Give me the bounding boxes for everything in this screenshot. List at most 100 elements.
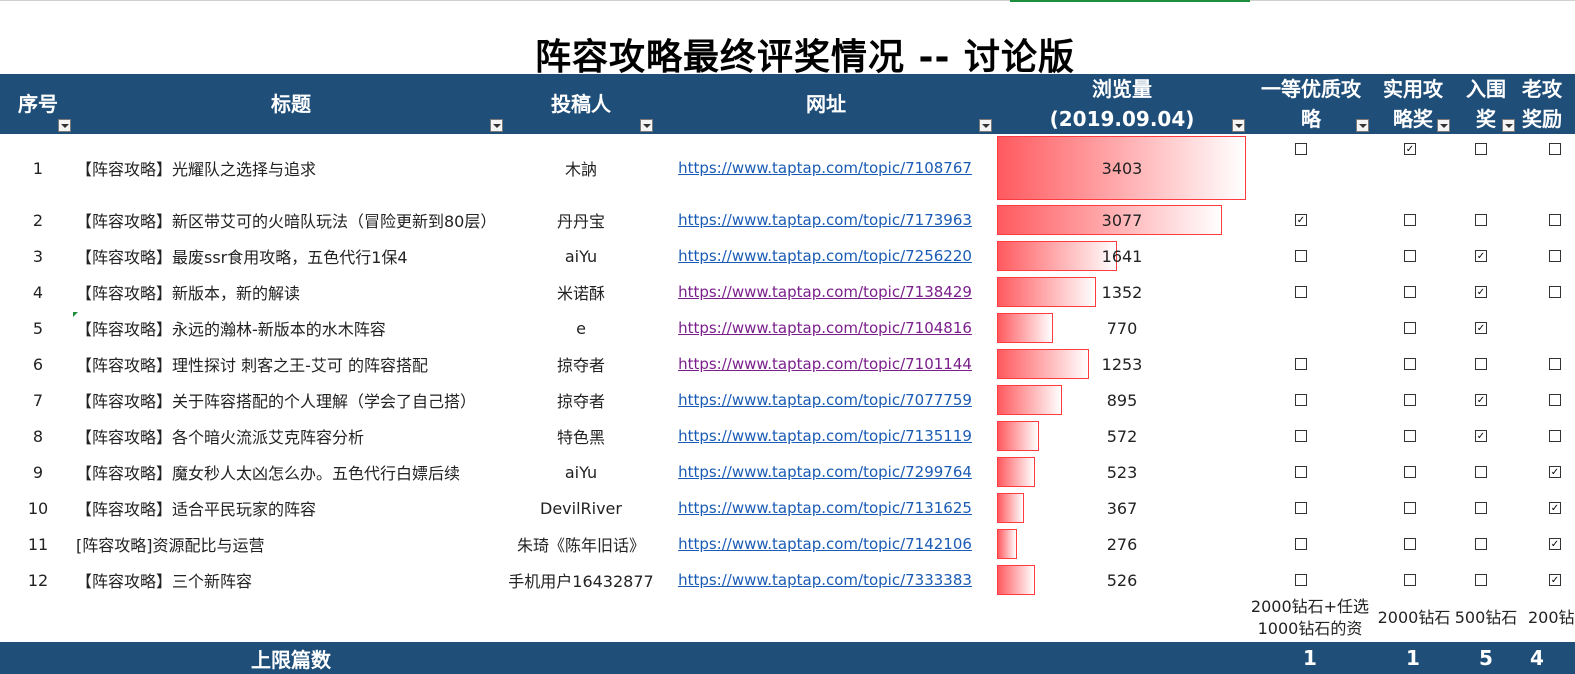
checkbox-unchecked[interactable] [1404,286,1416,298]
checkbox-checked[interactable] [1549,466,1561,478]
table-row[interactable]: 10 【阵容攻略】适合平民玩家的阵容 DevilRiver https://www.t… [0,490,1575,526]
col-header-award2[interactable]: 实用攻 略奖 [1374,74,1452,134]
checkbox-unchecked[interactable] [1295,358,1307,370]
table-row[interactable]: 6 【阵容攻略】理性探讨 刺客之王-艾可 的阵容搭配 掠夺者 https://www.… [0,346,1575,382]
checkbox-unchecked[interactable] [1549,250,1561,262]
checkbox-checked[interactable] [1475,394,1487,406]
checkbox-checked[interactable] [1475,430,1487,442]
table-row[interactable]: 7 【阵容攻略】关于阵容搭配的个人理解（学会了自己搭） 掠夺者 https://www… [0,382,1575,418]
checkbox-unchecked[interactable] [1404,466,1416,478]
table-row[interactable]: 8 【阵容攻略】各个暗火流派艾克阵容分析 特色黑 https://www.taptap… [0,418,1575,454]
checkbox-unchecked[interactable] [1295,430,1307,442]
table-row[interactable]: 2 【阵容攻略】新区带艾可的火暗队玩法（冒险更新到80层） 丹丹宝 https://w… [0,202,1575,238]
row-url-link[interactable]: https://www.taptap.com/topic/7131625 [678,499,972,517]
checkbox-unchecked[interactable] [1295,538,1307,550]
row-url-link[interactable]: https://www.taptap.com/topic/7138429 [678,283,972,301]
row-views: 770 [996,310,1248,346]
checkbox-unchecked[interactable] [1295,394,1307,406]
checkbox-unchecked[interactable] [1475,214,1487,226]
row-url-link[interactable]: https://www.taptap.com/topic/7101144 [678,355,972,373]
filter-dropdown-icon[interactable] [1232,119,1245,132]
col-header-url[interactable]: 网址 [656,74,996,134]
checkbox-unchecked[interactable] [1404,322,1416,334]
footer-award1-count: 1 [1303,646,1317,670]
checkbox-unchecked[interactable] [1295,574,1307,586]
row-author: 米诺酥 [556,284,605,303]
row-url-link[interactable]: https://www.taptap.com/topic/7135119 [678,427,972,445]
checkbox-unchecked[interactable] [1404,394,1416,406]
checkbox-unchecked[interactable] [1549,394,1561,406]
row-number: 1 [32,158,44,178]
checkbox-unchecked[interactable] [1475,502,1487,514]
checkbox-unchecked[interactable] [1475,466,1487,478]
checkbox-unchecked[interactable] [1404,538,1416,550]
checkbox-checked[interactable] [1404,143,1416,155]
filter-dropdown-icon[interactable] [640,119,653,132]
filter-dropdown-icon[interactable] [1502,119,1515,132]
checkbox-checked[interactable] [1475,286,1487,298]
checkbox-unchecked[interactable] [1475,574,1487,586]
row-number: 10 [27,498,49,518]
checkbox-unchecked[interactable] [1295,286,1307,298]
checkbox-checked[interactable] [1475,322,1487,334]
table-row[interactable]: 3 【阵容攻略】最废ssr食用攻略，五色代行1保4 aiYu https://www.… [0,238,1575,274]
checkbox-checked[interactable] [1549,574,1561,586]
table-row[interactable]: 1 【阵容攻略】光耀队之选择与追求 木訥 https://www.taptap.com… [0,134,1575,202]
checkbox-unchecked[interactable] [1404,250,1416,262]
checkbox-unchecked[interactable] [1295,143,1307,155]
checkbox-unchecked[interactable] [1404,358,1416,370]
row-url-link[interactable]: https://www.taptap.com/topic/7108767 [678,159,972,177]
table-row[interactable]: 11 [阵容攻略]资源配比与运营 朱琦《陈年旧话》 https://www.tapta… [0,526,1575,562]
checkbox-unchecked[interactable] [1295,466,1307,478]
checkbox-unchecked[interactable] [1404,574,1416,586]
row-url-link[interactable]: https://www.taptap.com/topic/7333383 [678,571,972,589]
row-title: 【阵容攻略】理性探讨 刺客之王-艾可 的阵容搭配 [76,356,428,375]
col-header-award3[interactable]: 入围 奖 [1454,74,1518,134]
table-row[interactable]: 5 【阵容攻略】永远的瀚林-新版本的水木阵容 e https://www.taptap… [0,310,1575,346]
checkbox-unchecked[interactable] [1295,250,1307,262]
filter-dropdown-icon[interactable] [1356,119,1369,132]
col-header-title[interactable]: 标题 [76,74,506,134]
row-url-link[interactable]: https://www.taptap.com/topic/7104816 [678,319,972,337]
row-number: 6 [32,354,44,374]
checkbox-unchecked[interactable] [1549,143,1561,155]
filter-dropdown-icon[interactable] [58,119,71,132]
row-views: 276 [996,526,1248,562]
checkbox-unchecked[interactable] [1475,143,1487,155]
row-url-link[interactable]: https://www.taptap.com/topic/7173963 [678,211,972,229]
filter-dropdown-icon[interactable] [490,119,503,132]
row-url-link[interactable]: https://www.taptap.com/topic/7077759 [678,391,972,409]
checkbox-unchecked[interactable] [1475,538,1487,550]
row-views-value: 895 [1106,390,1138,410]
checkbox-unchecked[interactable] [1404,502,1416,514]
row-title: 【阵容攻略】关于阵容搭配的个人理解（学会了自己搭） [76,392,477,411]
checkbox-checked[interactable] [1295,214,1307,226]
checkbox-unchecked[interactable] [1549,358,1561,370]
col-header-author[interactable]: 投稿人 [506,74,656,134]
checkbox-unchecked[interactable] [1475,358,1487,370]
checkbox-unchecked[interactable] [1549,430,1561,442]
checkbox-unchecked[interactable] [1549,286,1561,298]
table-row[interactable]: 4 【阵容攻略】新版本，新的解读 米诺酥 https://www.taptap.com… [0,274,1575,310]
row-url-link[interactable]: https://www.taptap.com/topic/7142106 [678,535,972,553]
table-row[interactable]: 12 【阵容攻略】三个新阵容 手机用户16432877 https://www.tap… [0,562,1575,598]
checkbox-unchecked[interactable] [1404,430,1416,442]
row-url-cell: https://www.taptap.com/topic/7131625 [660,490,990,526]
checkbox-unchecked[interactable] [1404,214,1416,226]
checkbox-checked[interactable] [1549,502,1561,514]
row-number: 9 [32,462,44,482]
col-header-award4[interactable]: 老攻 奖励 [1522,74,1575,134]
row-number: 7 [32,390,44,410]
col-header-num[interactable]: 序号 [0,74,76,134]
row-url-link[interactable]: https://www.taptap.com/topic/7299764 [678,463,972,481]
col-header-award1[interactable]: 一等优质攻 略 [1250,74,1372,134]
checkbox-unchecked[interactable] [1295,502,1307,514]
checkbox-unchecked[interactable] [1549,214,1561,226]
filter-dropdown-icon[interactable] [1437,119,1450,132]
checkbox-checked[interactable] [1475,250,1487,262]
table-row[interactable]: 9 【阵容攻略】魔女秒人太凶怎么办。五色代行白嫖后续 aiYu https://www… [0,454,1575,490]
checkbox-checked[interactable] [1549,538,1561,550]
filter-dropdown-icon[interactable] [979,119,992,132]
row-url-link[interactable]: https://www.taptap.com/topic/7256220 [678,247,972,265]
col-header-views[interactable]: 浏览量 (2019.09.04) [996,74,1248,134]
